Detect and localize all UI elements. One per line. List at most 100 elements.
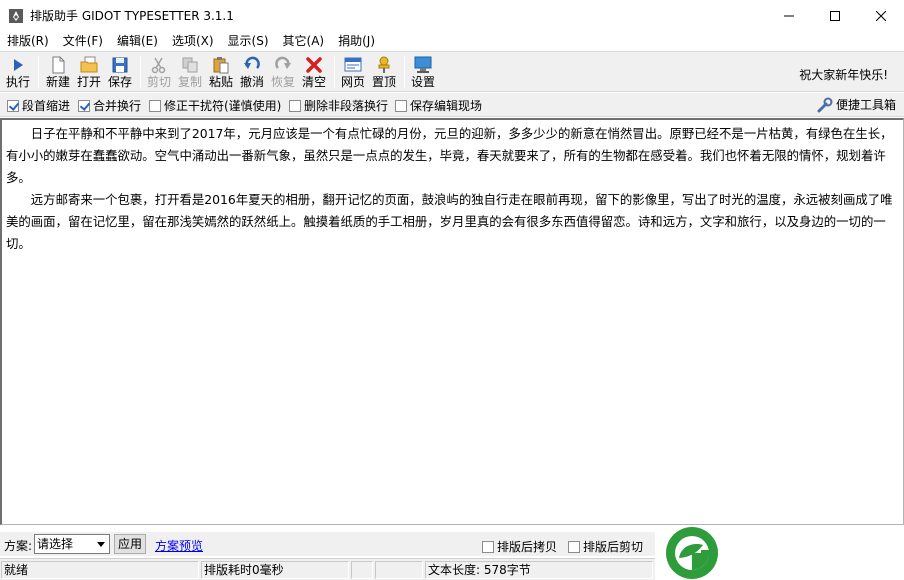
- text-editor[interactable]: 日子在平静和不平静中来到了2017年，元月应该是一个有点忙碌的月份，元旦的迎新，…: [0, 118, 904, 525]
- status-state: 就绪: [1, 561, 199, 579]
- cut-after-checkbox[interactable]: [568, 540, 580, 553]
- merge-option[interactable]: 合并换行: [78, 97, 141, 114]
- menu-donate[interactable]: 捐助(J): [333, 31, 380, 51]
- quick-tools-label: 便捷工具箱: [835, 98, 896, 112]
- open-label: 打开: [76, 75, 101, 89]
- execute-button[interactable]: 执行: [4, 54, 32, 90]
- menu-other[interactable]: 其它(A): [278, 31, 330, 51]
- save-button[interactable]: 保存: [106, 54, 134, 90]
- scheme-label: 方案:: [4, 539, 33, 553]
- indent-option[interactable]: 段首缩进: [7, 97, 70, 114]
- merge-label: 合并换行: [93, 99, 142, 113]
- status-bar: 就绪 排版耗时0毫秒 文本长度: 578字节: [0, 558, 655, 580]
- menu-bar: 排版(R) 文件(F) 编辑(E) 选项(X) 显示(S) 其它(A) 捐助(J…: [0, 31, 904, 51]
- minimize-button[interactable]: [766, 0, 812, 31]
- redo-label: 恢复: [270, 75, 295, 89]
- copy-label: 复制: [177, 75, 202, 89]
- scheme-select[interactable]: 请选择: [34, 534, 110, 554]
- execute-label: 执行: [5, 75, 30, 89]
- minimize-icon: [784, 15, 794, 16]
- undo-label: 撤消: [239, 75, 264, 89]
- apply-button[interactable]: 应用: [114, 534, 146, 554]
- editor-paragraph: 日子在平静和不平静中来到了2017年，元月应该是一个有点忙碌的月份，元旦的迎新，…: [6, 126, 893, 185]
- status-time: 排版耗时0毫秒: [201, 561, 349, 579]
- greeting-text: 祝大家新年快乐!: [799, 68, 888, 82]
- fix-chars-option[interactable]: 修正干扰符(谨慎使用): [149, 97, 281, 114]
- copy-after-option[interactable]: 排版后拷贝: [482, 538, 557, 555]
- menu-edit[interactable]: 编辑(E): [112, 31, 163, 51]
- indent-label: 段首缩进: [22, 99, 71, 113]
- status-length: 文本长度: 578字节: [425, 561, 653, 579]
- toolbar: 执行 新建 打开 保存 剪切 复制 粘贴 撤消 恢复 清空 网页 置顶 设置 祝…: [0, 51, 904, 92]
- paste-label: 粘贴: [208, 75, 233, 89]
- paste-clipboard-icon: [213, 57, 229, 74]
- logo-area: [655, 526, 904, 580]
- redo-arrow-icon: [275, 56, 291, 69]
- keep-scene-option[interactable]: 保存编辑现场: [395, 97, 482, 114]
- menu-display[interactable]: 显示(S): [223, 31, 274, 51]
- menu-typeset[interactable]: 排版(R): [2, 31, 54, 51]
- webpage-label: 网页: [340, 75, 365, 89]
- close-button[interactable]: [858, 0, 904, 31]
- toolbar-separator: [334, 56, 335, 88]
- maximize-icon: [830, 10, 840, 21]
- fix-chars-checkbox[interactable]: [149, 99, 161, 112]
- scheme-selected-value: 请选择: [37, 537, 74, 551]
- clear-label: 清空: [301, 75, 326, 89]
- save-disk-icon: [112, 57, 128, 73]
- merge-checkbox[interactable]: [78, 99, 90, 112]
- pin-top-button[interactable]: 置顶: [370, 54, 398, 90]
- options-bar: 段首缩进 合并换行 修正干扰符(谨慎使用) 删除非段落换行 保存编辑现场 便捷工…: [0, 93, 904, 117]
- scheme-bar: 方案: 请选择 应用 方案预览 排版后拷贝 排版后剪切: [0, 532, 655, 556]
- fix-chars-label: 修正干扰符(谨慎使用): [164, 99, 282, 113]
- settings-button[interactable]: 设置: [409, 54, 437, 90]
- new-document-icon: [52, 56, 65, 74]
- maximize-button[interactable]: [812, 0, 858, 31]
- copy-icon: [182, 57, 198, 73]
- scissors-icon: [151, 57, 166, 74]
- indent-checkbox[interactable]: [7, 99, 19, 112]
- dropdown-arrow-icon[interactable]: [93, 535, 109, 553]
- save-label: 保存: [107, 75, 132, 89]
- clear-button[interactable]: 清空: [300, 54, 328, 90]
- remove-non-para-option[interactable]: 删除非段落换行: [289, 97, 388, 114]
- new-button[interactable]: 新建: [44, 54, 72, 90]
- window-controls: [766, 0, 904, 31]
- copy-button[interactable]: 复制: [176, 54, 204, 90]
- keep-scene-label: 保存编辑现场: [410, 99, 483, 113]
- keep-scene-checkbox[interactable]: [395, 99, 407, 112]
- copy-after-label: 排版后拷贝: [497, 540, 558, 554]
- pin-label: 置顶: [371, 75, 396, 89]
- toolbar-separator: [38, 56, 39, 88]
- cut-after-label: 排版后剪切: [583, 540, 644, 554]
- cut-after-option[interactable]: 排版后剪切: [568, 538, 643, 555]
- undo-arrow-icon: [244, 56, 260, 69]
- close-icon: [876, 10, 886, 21]
- menu-file[interactable]: 文件(F): [58, 31, 108, 51]
- remove-non-para-label: 删除非段落换行: [304, 99, 389, 113]
- editor-paragraph: 远方邮寄来一个包裹，打开看是2016年夏天的相册，翻开记忆的页面，鼓浪屿的独自行…: [6, 192, 893, 251]
- settings-label: 设置: [410, 75, 435, 89]
- scheme-preview-link[interactable]: 方案预览: [155, 537, 203, 554]
- redo-button[interactable]: 恢复: [269, 54, 297, 90]
- open-folder-icon: [80, 56, 98, 73]
- brand-logo-icon: [666, 527, 718, 579]
- status-empty-cell: [375, 561, 423, 579]
- copy-after-checkbox[interactable]: [482, 540, 494, 553]
- app-icon: [9, 8, 23, 23]
- paste-button[interactable]: 粘贴: [207, 54, 235, 90]
- quick-tools-button[interactable]: 便捷工具箱: [817, 96, 896, 113]
- remove-non-para-checkbox[interactable]: [289, 99, 301, 112]
- title-bar: 排版助手 GIDOT TYPESETTER 3.1.1: [0, 0, 904, 31]
- cut-label: 剪切: [146, 75, 171, 89]
- open-button[interactable]: 打开: [75, 54, 103, 90]
- pin-icon: [378, 56, 390, 73]
- menu-options[interactable]: 选项(X): [167, 31, 219, 51]
- cut-button[interactable]: 剪切: [145, 54, 173, 90]
- undo-button[interactable]: 撤消: [238, 54, 266, 90]
- wrench-icon: [817, 97, 833, 112]
- webpage-button[interactable]: 网页: [339, 54, 367, 90]
- status-empty-cell: [351, 561, 373, 579]
- clear-x-icon: [306, 57, 322, 73]
- monitor-settings-icon: [414, 56, 432, 73]
